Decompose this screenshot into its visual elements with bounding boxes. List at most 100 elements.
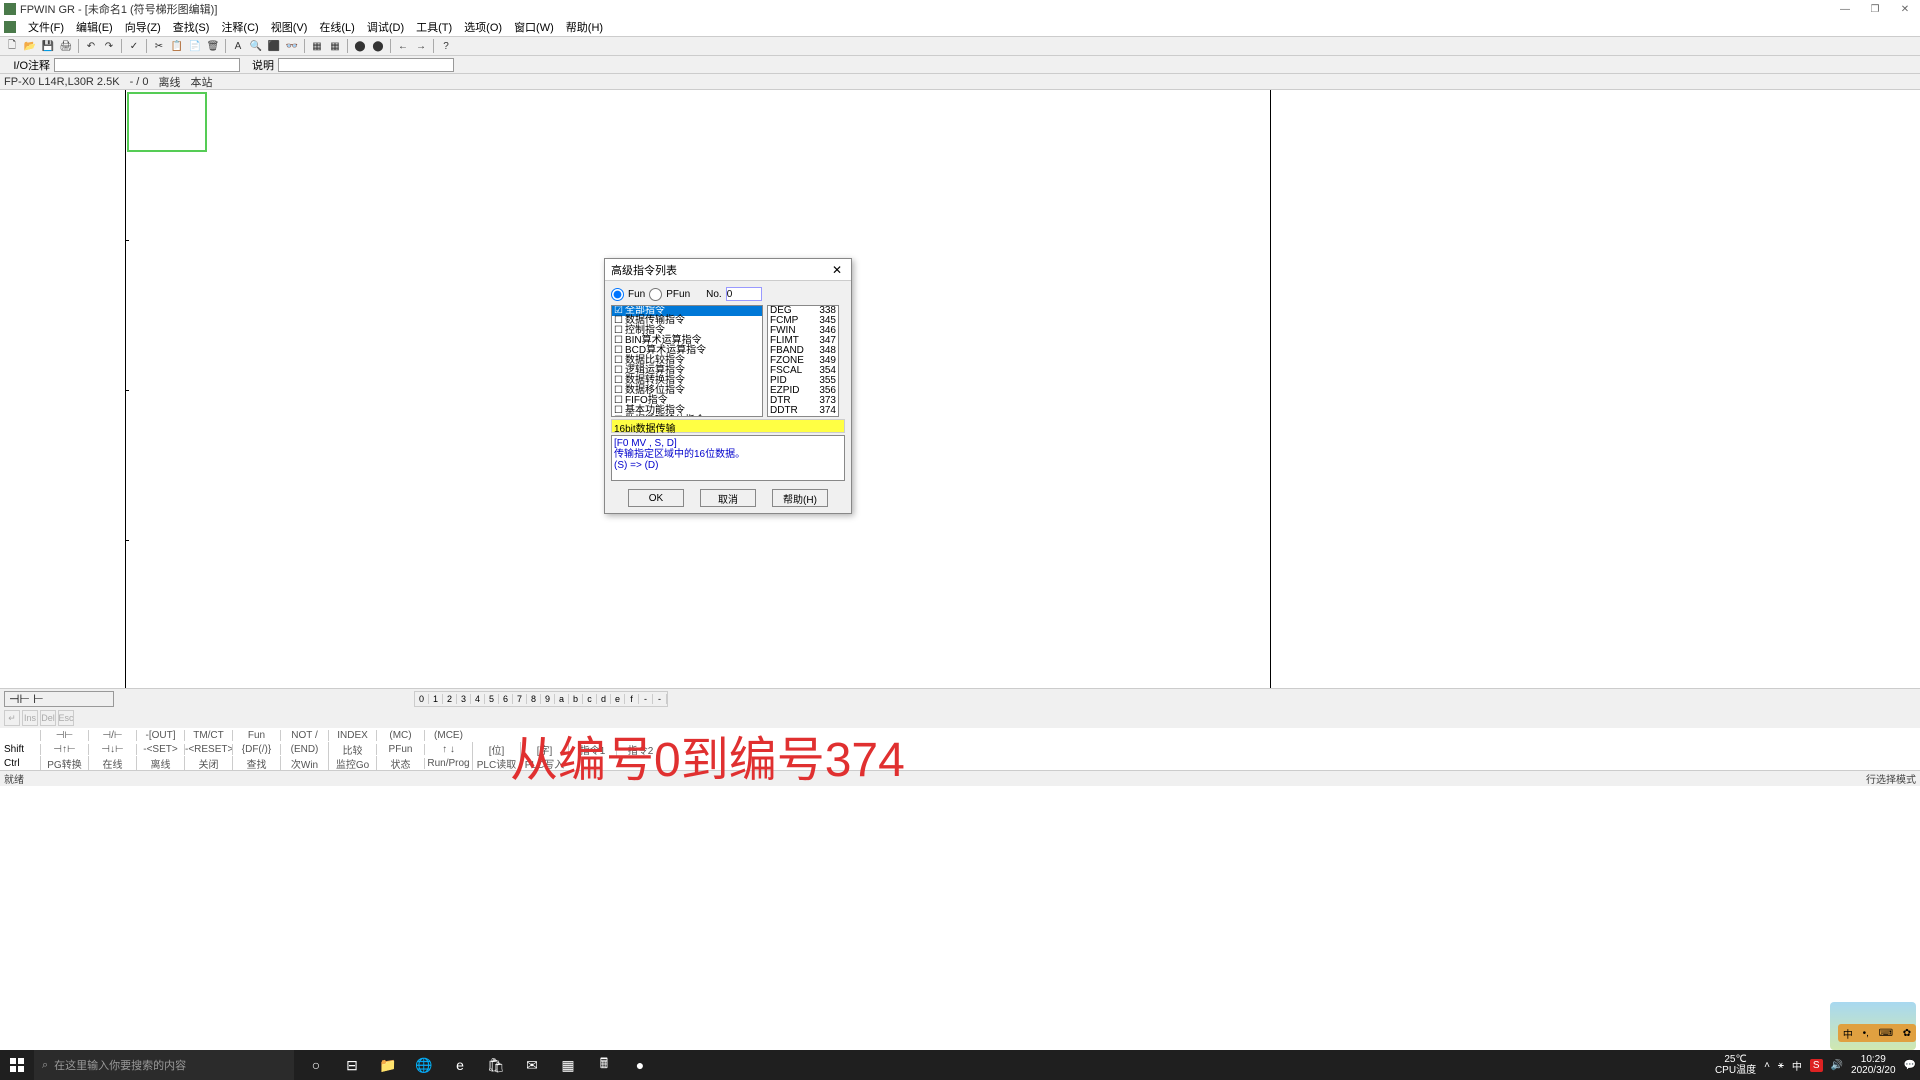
explorer-icon[interactable]: 📁 (370, 1050, 406, 1080)
ok-button[interactable]: OK (628, 489, 684, 507)
toolbar-button[interactable]: ? (438, 38, 454, 54)
mail-icon[interactable]: ✉ (514, 1050, 550, 1080)
menu-item[interactable]: 帮助(H) (560, 19, 609, 35)
dialog-close-button[interactable]: ✕ (829, 262, 845, 278)
sogou-icon[interactable]: S (1810, 1059, 1823, 1072)
func-cell[interactable]: 离线 (136, 756, 184, 771)
func-cell[interactable]: PFun (376, 744, 424, 755)
store-icon[interactable]: 🛍 (478, 1050, 514, 1080)
menu-item[interactable]: 向导(Z) (119, 19, 167, 35)
notifications-icon[interactable]: 💬 (1904, 1060, 1916, 1071)
menu-item[interactable]: 注释(C) (215, 19, 264, 35)
small-button[interactable]: Esc (58, 710, 74, 726)
func-cell[interactable]: ↑ ↓ (424, 744, 472, 755)
small-button[interactable]: ↵ (4, 710, 20, 726)
toolbar-button[interactable]: ⬛ (266, 38, 282, 54)
toolbar-button[interactable]: 🗑 (205, 38, 221, 54)
ime-toolbar[interactable]: 中 •, ⌨ ✿ (1838, 1024, 1916, 1042)
func-cell[interactable]: 监控Go (328, 756, 376, 771)
toolbar-button[interactable]: ▦ (327, 38, 343, 54)
menu-item[interactable]: 编辑(E) (70, 19, 119, 35)
tray-chevron-icon[interactable]: ˄ (1764, 1060, 1770, 1071)
toolbar-button[interactable]: 🗋 (4, 38, 20, 54)
toolbar-button[interactable]: 🖨 (58, 38, 74, 54)
cortana-icon[interactable]: ○ (298, 1050, 334, 1080)
chrome-icon[interactable]: 🌐 (406, 1050, 442, 1080)
edge-icon[interactable]: e (442, 1050, 478, 1080)
desc-input[interactable] (278, 58, 454, 72)
category-item[interactable]: ☐数据循环移位指令 (612, 416, 762, 417)
start-button[interactable] (0, 1050, 34, 1080)
no-input[interactable] (726, 287, 762, 301)
toolbar-button[interactable]: 👓 (284, 38, 300, 54)
func-cell[interactable]: ⊣↑⊢ (40, 744, 88, 755)
toolbar-button[interactable]: → (413, 38, 429, 54)
menu-item[interactable]: 在线(L) (313, 19, 360, 35)
clock[interactable]: 10:29 2020/3/20 (1851, 1054, 1896, 1076)
func-cell[interactable]: 次Win (280, 756, 328, 771)
network-icon[interactable]: ⚹ (1778, 1060, 1784, 1071)
pfun-radio[interactable] (649, 288, 662, 301)
func-cell[interactable]: (END) (280, 744, 328, 755)
func-cell[interactable]: 关闭 (184, 756, 232, 771)
func-cell[interactable]: ⊣/⊢ (88, 730, 136, 741)
taskbar-search[interactable]: ⌕ 在这里输入你要搜索的内容 (34, 1050, 294, 1080)
func-cell[interactable]: {DF(/)} (232, 744, 280, 755)
io-comment-input[interactable] (54, 58, 240, 72)
minimize-button[interactable]: — (1830, 0, 1860, 18)
func-cell[interactable]: TM/CT (184, 730, 232, 741)
menu-item[interactable]: 选项(O) (458, 19, 508, 35)
menu-item[interactable]: 窗口(W) (508, 19, 560, 35)
taskview-icon[interactable]: ⊟ (334, 1050, 370, 1080)
toolbar-button[interactable]: ⬤ (352, 38, 368, 54)
menu-item[interactable]: 视图(V) (265, 19, 314, 35)
func-cell[interactable]: -<SET> (136, 744, 184, 755)
toolbar-button[interactable]: ⬤ (370, 38, 386, 54)
cpu-temp[interactable]: 25℃ CPU温度 (1715, 1054, 1756, 1076)
ime-lang-icon[interactable]: 中 (1792, 1058, 1802, 1073)
func-cell[interactable]: Run/Prog (424, 758, 472, 769)
small-button[interactable]: Ins (22, 710, 38, 726)
menu-item[interactable]: 查找(S) (167, 19, 216, 35)
func-cell[interactable]: 比较 (328, 742, 376, 757)
ladder-editor[interactable] (0, 90, 1920, 688)
small-button[interactable]: Del (40, 710, 56, 726)
toolbar-button[interactable]: ↷ (101, 38, 117, 54)
app-icon-1[interactable]: ▦ (550, 1050, 586, 1080)
toolbar-button[interactable]: 📂 (22, 38, 38, 54)
func-cell[interactable]: ⊣⊢ (40, 730, 88, 741)
toolbar-button[interactable]: 💾 (40, 38, 56, 54)
toolbar-button[interactable]: A (230, 38, 246, 54)
func-cell[interactable]: Fun (232, 730, 280, 741)
close-button[interactable]: ✕ (1890, 0, 1920, 18)
fun-radio[interactable] (611, 288, 624, 301)
toolbar-button[interactable]: 🔍 (248, 38, 264, 54)
category-listbox[interactable]: ☑全部指令☐数据传输指令☐控制指令☐BIN算术运算指令☐BCD算术运算指令☐数据… (611, 305, 763, 417)
toolbar-button[interactable]: ↶ (83, 38, 99, 54)
func-cell[interactable]: PG转换 (40, 756, 88, 771)
toolbar-button[interactable]: 📄 (187, 38, 203, 54)
func-cell[interactable]: (MCE) (424, 730, 472, 741)
toolbar-button[interactable]: ← (395, 38, 411, 54)
func-cell[interactable]: (MC) (376, 730, 424, 741)
command-listbox[interactable]: FABS336RAD337DEG338FCMP345FWIN346FLIMT34… (767, 305, 839, 417)
toolbar-button[interactable]: ▦ (309, 38, 325, 54)
help-button[interactable]: 帮助(H) (772, 489, 828, 507)
menu-item[interactable]: 文件(F) (22, 19, 70, 35)
func-cell[interactable]: 在线 (88, 756, 136, 771)
func-cell[interactable]: NOT / (280, 730, 328, 741)
maximize-button[interactable]: ❐ (1860, 0, 1890, 18)
func-cell[interactable]: -[OUT] (136, 730, 184, 741)
toolbar-button[interactable]: ✂ (151, 38, 167, 54)
cancel-button[interactable]: 取消 (700, 489, 756, 507)
app-icon-2[interactable]: ● (622, 1050, 658, 1080)
toolbar-button[interactable]: 📋 (169, 38, 185, 54)
func-cell[interactable]: 状态 (376, 756, 424, 771)
func-cell[interactable]: ⊣↓⊢ (88, 744, 136, 755)
func-cell[interactable]: -<RESET> (184, 744, 232, 755)
menu-item[interactable]: 工具(T) (410, 19, 458, 35)
command-item[interactable]: DDTR374 (768, 406, 838, 416)
func-cell[interactable]: 查找 (232, 756, 280, 771)
volume-icon[interactable]: 🔊 (1831, 1060, 1843, 1071)
toolbar-button[interactable]: ✓ (126, 38, 142, 54)
